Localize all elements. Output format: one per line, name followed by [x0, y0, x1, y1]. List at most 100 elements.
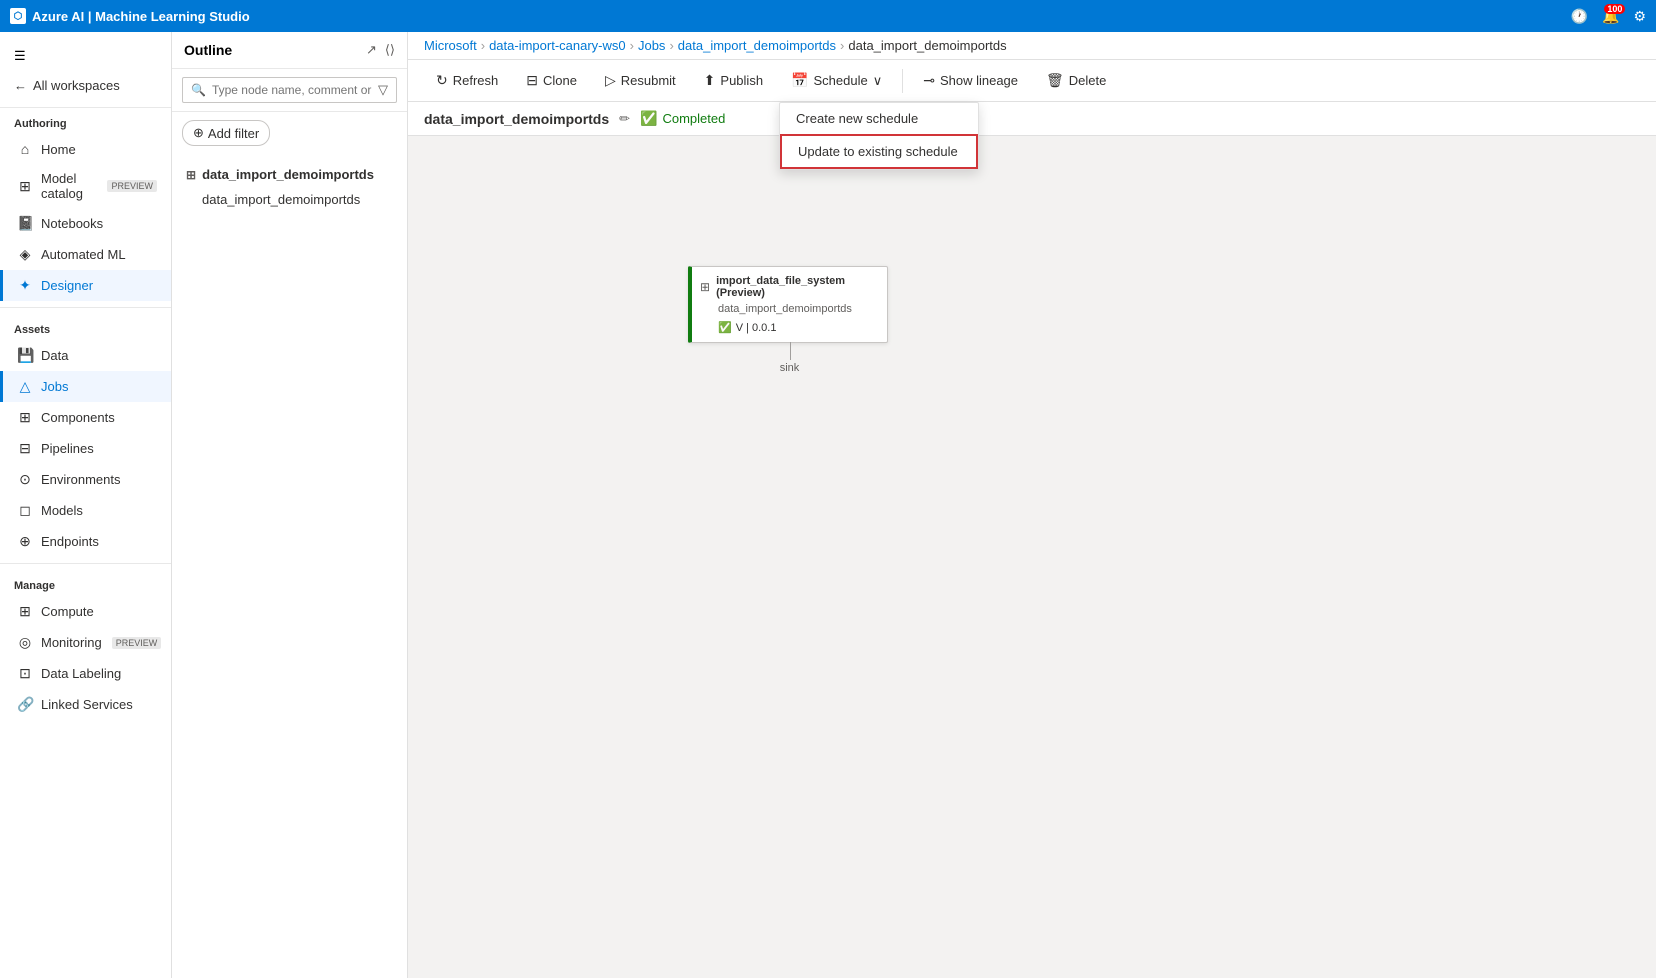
hamburger-icon: ☰	[14, 48, 26, 64]
publish-button[interactable]: ⬆ Publish	[692, 66, 775, 95]
tree-child-item[interactable]: data_import_demoimportds	[172, 187, 407, 212]
monitoring-icon: ◎	[17, 634, 33, 651]
automated-ml-icon: ◈	[17, 246, 33, 263]
sidebar-item-components-label: Components	[41, 410, 115, 425]
sidebar-item-designer-label: Designer	[41, 278, 93, 293]
sidebar-item-home[interactable]: ⌂ Home	[0, 134, 171, 164]
create-new-schedule-item[interactable]: Create new schedule	[780, 103, 978, 134]
authoring-section-label: Authoring	[0, 108, 171, 134]
sidebar-item-compute[interactable]: ⊞ Compute	[0, 596, 171, 627]
sidebar-item-notebooks-label: Notebooks	[41, 216, 103, 231]
tree-parent-label: data_import_demoimportds	[202, 167, 374, 182]
outline-collapse-icon[interactable]: ⟨⟩	[385, 42, 395, 58]
show-lineage-label: Show lineage	[940, 73, 1018, 88]
outline-title: Outline	[184, 42, 358, 58]
filter-icon: ⊕	[193, 125, 204, 141]
delete-icon: 🗑	[1046, 72, 1064, 89]
job-status: ✅ Completed	[640, 110, 725, 127]
sidebar-item-automated-ml[interactable]: ◈ Automated ML	[0, 239, 171, 270]
refresh-button[interactable]: ↻ Refresh	[424, 66, 510, 95]
tree-parent-item[interactable]: ⊞ data_import_demoimportds	[172, 162, 407, 187]
pipeline-node[interactable]: ⊞ import_data_file_system (Preview) data…	[688, 266, 888, 343]
edit-job-icon[interactable]: ✏	[619, 111, 630, 127]
all-workspaces-link[interactable]: ← All workspaces	[0, 72, 171, 99]
outline-export-icon[interactable]: ↗	[366, 42, 377, 58]
sidebar-item-models[interactable]: ◻ Models	[0, 495, 171, 526]
schedule-button[interactable]: 📅 Schedule ∨	[779, 66, 894, 95]
sidebar-item-environments-label: Environments	[41, 472, 120, 487]
all-workspaces-label: All workspaces	[33, 78, 120, 93]
linked-services-icon: 🔗	[17, 696, 33, 713]
sidebar-item-data-label: Data	[41, 348, 68, 363]
topbar: ⬡ Azure AI | Machine Learning Studio 🕐 🔔…	[0, 0, 1656, 32]
outline-panel: Outline ↗ ⟨⟩ 🔍 ▽ ⊕ Add filter ⊞ data_imp…	[172, 32, 408, 978]
clock-icon[interactable]: 🕐	[1571, 8, 1588, 25]
canvas-area: Microsoft › data-import-canary-ws0 › Job…	[408, 32, 1656, 978]
sidebar-item-endpoints[interactable]: ⊕ Endpoints	[0, 526, 171, 557]
jobs-icon: △	[17, 378, 33, 395]
model-catalog-icon: ⊞	[17, 178, 33, 195]
home-icon: ⌂	[17, 141, 33, 157]
notifications-icon[interactable]: 🔔 100	[1602, 8, 1619, 25]
sidebar-item-linked-services-label: Linked Services	[41, 697, 133, 712]
schedule-label: Schedule	[813, 73, 867, 88]
version-text: V | 0.0.1	[736, 322, 777, 334]
add-filter-button[interactable]: ⊕ Add filter	[182, 120, 270, 146]
hamburger-menu[interactable]: ☰	[0, 40, 171, 72]
settings-icon[interactable]: ⚙	[1633, 8, 1646, 25]
show-lineage-button[interactable]: ⊸ Show lineage	[911, 66, 1030, 95]
breadcrumb-microsoft[interactable]: Microsoft	[424, 38, 477, 53]
sidebar-item-data-labeling-label: Data Labeling	[41, 666, 121, 681]
breadcrumb-current: data_import_demoimportds	[848, 38, 1006, 53]
outline-filter: ⊕ Add filter	[172, 112, 407, 154]
breadcrumb-sep-1: ›	[481, 38, 485, 53]
pipelines-icon: ⊟	[17, 440, 33, 457]
preview-badge: PREVIEW	[107, 180, 157, 192]
job-title: data_import_demoimportds	[424, 111, 609, 127]
sidebar-item-monitoring[interactable]: ◎ Monitoring PREVIEW	[0, 627, 171, 658]
sidebar-item-jobs[interactable]: △ Jobs	[0, 371, 171, 402]
resubmit-button[interactable]: ▷ Resubmit	[593, 66, 688, 95]
schedule-chevron-icon: ∨	[873, 73, 883, 89]
version-check-icon: ✅	[718, 321, 732, 334]
clone-button[interactable]: ⊟ Clone	[514, 66, 589, 95]
search-filter-icon[interactable]: ▽	[378, 82, 388, 98]
clone-label: Clone	[543, 73, 577, 88]
sidebar-item-home-label: Home	[41, 142, 76, 157]
sidebar-top: ☰ ← All workspaces	[0, 32, 171, 108]
job-status-label: Completed	[662, 111, 725, 126]
delete-button[interactable]: 🗑 Delete	[1034, 66, 1118, 95]
breadcrumb-sep-2: ›	[630, 38, 634, 53]
breadcrumb: Microsoft › data-import-canary-ws0 › Job…	[408, 32, 1656, 60]
search-input[interactable]	[212, 83, 372, 97]
sidebar-item-data[interactable]: 💾 Data	[0, 340, 171, 371]
clone-icon: ⊟	[526, 72, 538, 89]
sidebar-item-models-label: Models	[41, 503, 83, 518]
status-check-icon: ✅	[640, 110, 657, 127]
back-arrow-icon: ←	[14, 78, 27, 93]
refresh-label: Refresh	[453, 73, 499, 88]
pipeline-canvas[interactable]: ⊞ import_data_file_system (Preview) data…	[408, 136, 1656, 978]
sidebar-item-designer[interactable]: ✦ Designer	[0, 270, 171, 301]
lineage-icon: ⊸	[923, 72, 935, 89]
schedule-icon: 📅	[791, 72, 808, 89]
sidebar-item-notebooks[interactable]: 📓 Notebooks	[0, 208, 171, 239]
outline-header-icons: ↗ ⟨⟩	[366, 42, 395, 58]
resubmit-icon: ▷	[605, 72, 616, 89]
breadcrumb-jobs[interactable]: Jobs	[638, 38, 665, 53]
sidebar-item-pipelines[interactable]: ⊟ Pipelines	[0, 433, 171, 464]
sidebar-item-environments[interactable]: ⊙ Environments	[0, 464, 171, 495]
sidebar-item-model-catalog-label: Model catalog	[41, 171, 97, 201]
breadcrumb-workspace[interactable]: data-import-canary-ws0	[489, 38, 626, 53]
sidebar-item-components[interactable]: ⊞ Components	[0, 402, 171, 433]
sidebar-item-data-labeling[interactable]: ⊡ Data Labeling	[0, 658, 171, 689]
breadcrumb-job-id[interactable]: data_import_demoimportds	[678, 38, 836, 53]
node-connector	[790, 342, 791, 360]
node-header: ⊞ import_data_file_system (Preview)	[700, 275, 879, 299]
sidebar-item-linked-services[interactable]: 🔗 Linked Services	[0, 689, 171, 720]
sidebar-item-model-catalog[interactable]: ⊞ Model catalog PREVIEW	[0, 164, 171, 208]
assets-section-label: Assets	[0, 314, 171, 340]
update-existing-schedule-item[interactable]: Update to existing schedule	[780, 134, 978, 169]
delete-label: Delete	[1069, 73, 1107, 88]
search-icon: 🔍	[191, 83, 206, 97]
